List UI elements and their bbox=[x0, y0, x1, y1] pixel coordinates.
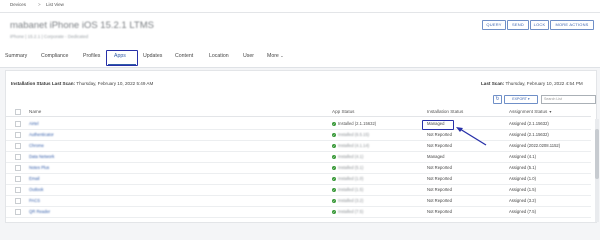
annotation-arrow bbox=[456, 127, 487, 146]
